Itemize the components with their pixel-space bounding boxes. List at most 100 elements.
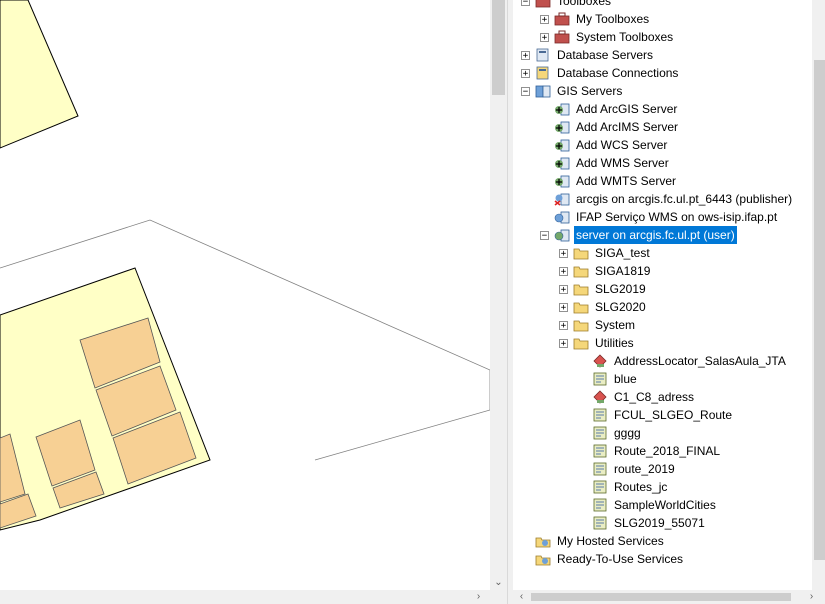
expand-icon[interactable]: +	[559, 338, 568, 348]
tree-item[interactable]: − Toolboxes	[521, 0, 613, 10]
map-service-icon	[592, 498, 608, 512]
tree-item-label: FCUL_SLGEO_Route	[614, 408, 733, 422]
expand-icon[interactable]: +	[521, 50, 530, 60]
tree-item-label: SIGA1819	[595, 264, 651, 278]
tree-item[interactable]: − server on arcgis.fc.ul.pt (user)	[540, 225, 738, 245]
expand-icon[interactable]: +	[559, 284, 568, 294]
add-server-icon	[554, 120, 570, 134]
map-horizontal-scrollbar[interactable]: ›	[0, 590, 507, 604]
tree-item-label: Database Servers	[557, 48, 654, 62]
tree-item-label: SLG2020	[595, 300, 646, 314]
server-error-icon	[554, 192, 570, 206]
map-service-icon	[592, 480, 608, 494]
tree-item[interactable]: arcgis on arcgis.fc.ul.pt_6443 (publishe…	[540, 190, 794, 208]
tree-item-label: Routes_jc	[614, 480, 668, 494]
catalog-horizontal-scroll-thumb[interactable]	[531, 593, 791, 601]
gis-server-icon	[535, 84, 551, 98]
map-vertical-scrollbar[interactable]: ⌄	[490, 0, 507, 590]
tree-item[interactable]: + Database Connections	[521, 64, 680, 82]
tree-item[interactable]: + SIGA_test	[559, 244, 652, 262]
tree-item-label: My Toolboxes	[576, 12, 650, 26]
scroll-down-arrow-icon[interactable]: ⌄	[490, 576, 507, 590]
map-service-icon	[592, 462, 608, 476]
tree-item[interactable]: gggg	[578, 424, 643, 442]
map-service-icon	[592, 444, 608, 458]
tree-item[interactable]: Ready-To-Use Services	[521, 550, 685, 568]
tree-item-label: C1_C8_adress	[614, 390, 695, 404]
scroll-right-arrow-icon[interactable]: ›	[470, 590, 487, 604]
tree-item[interactable]: + System	[559, 316, 637, 334]
tree-item[interactable]: + Utilities	[559, 334, 636, 352]
folder-icon	[573, 264, 589, 278]
tree-item[interactable]: SLG2019_55071	[578, 514, 707, 532]
catalog-tree-panel[interactable]: − Toolboxes + My Toolboxes + System Toolboxes…	[513, 0, 825, 604]
catalog-vertical-scrollbar[interactable]	[812, 0, 825, 590]
map-view[interactable]	[0, 0, 490, 590]
collapse-icon[interactable]: −	[521, 86, 530, 96]
collapse-icon[interactable]: −	[521, 0, 530, 6]
tree-item-label: SLG2019	[595, 282, 646, 296]
scroll-right-arrow-icon[interactable]: ›	[803, 590, 820, 604]
catalog-horizontal-scrollbar[interactable]: ‹ ›	[513, 590, 825, 604]
expand-icon[interactable]: +	[559, 266, 568, 276]
expand-icon[interactable]: +	[559, 302, 568, 312]
tree-item-label: SLG2019_55071	[614, 516, 705, 530]
tree-item[interactable]: SampleWorldCities	[578, 496, 718, 514]
database-connection-icon	[535, 66, 551, 80]
expand-icon[interactable]: +	[521, 68, 530, 78]
expand-icon[interactable]: +	[540, 32, 549, 42]
locator-service-icon	[592, 354, 608, 368]
tree-item[interactable]: Add WCS Server	[540, 136, 669, 154]
tree-item[interactable]: + SLG2020	[559, 298, 648, 316]
wms-server-icon	[554, 210, 570, 224]
expand-icon[interactable]: +	[540, 14, 549, 24]
map-canvas[interactable]	[0, 0, 490, 590]
tree-item-label: Database Connections	[557, 66, 679, 80]
tree-item[interactable]: + SIGA1819	[559, 262, 652, 280]
tree-item[interactable]: Add WMTS Server	[540, 172, 678, 190]
add-server-icon	[554, 102, 570, 116]
tree-item-label: Utilities	[595, 336, 634, 350]
tree-item[interactable]: Add WMS Server	[540, 154, 671, 172]
expand-icon[interactable]: +	[559, 248, 568, 258]
tree-item[interactable]: IFAP Serviço WMS on ows-isip.ifap.pt	[540, 208, 779, 226]
tree-item[interactable]: C1_C8_adress	[578, 388, 696, 406]
map-service-icon	[592, 408, 608, 422]
folder-icon	[573, 336, 589, 350]
tree-item[interactable]: + Database Servers	[521, 46, 655, 64]
tree-item-label: Add WMTS Server	[576, 174, 677, 188]
toolbox-icon	[554, 12, 570, 26]
tree-item[interactable]: + My Toolboxes	[540, 10, 651, 28]
tree-item-label: Ready-To-Use Services	[557, 552, 684, 566]
add-server-icon	[554, 156, 570, 170]
tree-item-label: Add WCS Server	[576, 138, 668, 152]
catalog-vertical-scroll-thumb[interactable]	[814, 60, 825, 560]
tree-item[interactable]: Route_2018_FINAL	[578, 442, 722, 460]
tree-item-label: GIS Servers	[557, 84, 623, 98]
tree-item[interactable]: My Hosted Services	[521, 532, 666, 550]
map-vertical-scroll-thumb[interactable]	[492, 0, 505, 95]
tree-item[interactable]: FCUL_SLGEO_Route	[578, 406, 734, 424]
tree-item[interactable]: Routes_jc	[578, 478, 669, 496]
hosted-services-icon	[535, 552, 551, 566]
tree-item[interactable]: AddressLocator_SalasAula_JTA	[578, 352, 788, 370]
tree-item-label: System Toolboxes	[576, 30, 674, 44]
collapse-icon[interactable]: −	[540, 230, 549, 240]
tree-item-label: Add ArcIMS Server	[576, 120, 679, 134]
expand-icon[interactable]: +	[559, 320, 568, 330]
tree-item[interactable]: route_2019	[578, 460, 677, 478]
scroll-left-arrow-icon[interactable]: ‹	[513, 590, 530, 604]
tree-item-label: Add WMS Server	[576, 156, 669, 170]
toolbox-icon	[535, 0, 551, 8]
tree-item[interactable]: Add ArcIMS Server	[540, 118, 680, 136]
parcel-polygon[interactable]	[0, 0, 79, 149]
folder-icon	[573, 300, 589, 314]
tree-item[interactable]: + System Toolboxes	[540, 28, 675, 46]
tree-item[interactable]: − GIS Servers	[521, 82, 624, 100]
toolbox-icon	[554, 30, 570, 44]
add-server-icon	[554, 138, 570, 152]
tree-item[interactable]: Add ArcGIS Server	[540, 100, 679, 118]
tree-item[interactable]: + SLG2019	[559, 280, 648, 298]
tree-item-label: AddressLocator_SalasAula_JTA	[614, 354, 786, 368]
tree-item[interactable]: blue	[578, 370, 639, 388]
